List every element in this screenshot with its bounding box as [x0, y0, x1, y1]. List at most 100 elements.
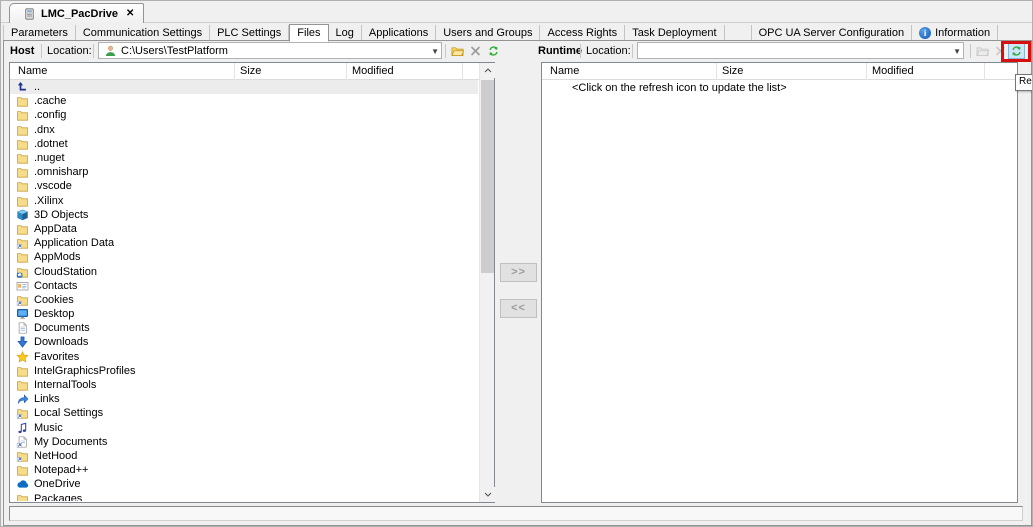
tab-users-and-groups[interactable]: Users and Groups	[436, 25, 540, 41]
host-delete-button[interactable]	[467, 43, 484, 59]
folder-icon	[15, 152, 29, 165]
host-refresh-button[interactable]	[485, 43, 502, 59]
host-new-folder-button[interactable]	[449, 43, 466, 59]
folder-cloud-icon	[15, 265, 29, 278]
download-icon	[15, 336, 29, 349]
file-row[interactable]: .cache	[10, 94, 478, 108]
folder-open-icon	[976, 45, 990, 58]
file-row[interactable]: .omnisharp	[10, 165, 478, 179]
file-row[interactable]: Local Settings	[10, 406, 478, 420]
column-separator[interactable]	[716, 63, 717, 80]
file-name: ..	[34, 81, 40, 93]
plc-device-icon	[22, 7, 36, 20]
tab-task-deployment[interactable]: Task Deployment	[625, 25, 724, 41]
document-link-icon	[15, 435, 29, 448]
desktop-icon	[15, 308, 29, 321]
tab-access-rights[interactable]: Access Rights	[540, 25, 625, 41]
tab-parameters[interactable]: Parameters	[3, 25, 76, 41]
runtime-new-folder-button[interactable]	[974, 43, 991, 59]
file-row[interactable]: CloudStation	[10, 264, 478, 278]
files-tab-panel: Host Location: C:\Users\TestPlatform ▼ R…	[3, 40, 1032, 526]
scrollbar-thumb[interactable]	[481, 80, 494, 273]
file-row[interactable]: OneDrive	[10, 477, 478, 491]
file-row[interactable]: .Xilinx	[10, 194, 478, 208]
tab-label: Communication Settings	[83, 27, 202, 39]
folder-icon	[15, 379, 29, 392]
folder-link-icon	[15, 407, 29, 420]
file-name: OneDrive	[34, 478, 80, 490]
file-row[interactable]: Documents	[10, 321, 478, 335]
tab-log[interactable]: Log	[329, 25, 362, 41]
tab-files[interactable]: Files	[289, 24, 328, 42]
file-row[interactable]: ..	[10, 80, 478, 94]
file-row[interactable]: Downloads	[10, 335, 478, 349]
folder-icon	[15, 492, 29, 501]
file-row[interactable]: Music	[10, 421, 478, 435]
file-row[interactable]: .vscode	[10, 179, 478, 193]
file-row[interactable]: .dotnet	[10, 137, 478, 151]
document-tab-label: LMC_PacDrive	[41, 8, 118, 20]
file-row[interactable]: Notepad++	[10, 463, 478, 477]
file-row[interactable]: 3D Objects	[10, 208, 478, 222]
column-header-size[interactable]: Size	[240, 65, 261, 77]
file-name: .vscode	[34, 180, 72, 192]
host-location-value: C:\Users\TestPlatform	[121, 45, 228, 57]
file-row[interactable]: My Documents	[10, 435, 478, 449]
tab-applications[interactable]: Applications	[362, 25, 436, 41]
column-separator[interactable]	[234, 63, 235, 80]
copy-to-host-button[interactable]: <<	[500, 299, 537, 318]
tab-label: Applications	[369, 27, 428, 39]
file-row[interactable]: AppMods	[10, 250, 478, 264]
file-row[interactable]: Links	[10, 392, 478, 406]
tab-plc-settings[interactable]: PLC Settings	[210, 25, 289, 41]
column-header-size[interactable]: Size	[722, 65, 743, 77]
file-row[interactable]: AppData	[10, 222, 478, 236]
file-row[interactable]: Packages	[10, 491, 478, 501]
folder-icon	[15, 180, 29, 193]
scroll-up-icon[interactable]	[480, 63, 495, 78]
document-tab-lmc-pacdrive[interactable]: LMC_PacDrive ✕	[9, 3, 144, 23]
copy-to-runtime-button[interactable]: >>	[500, 263, 537, 282]
tab-communication-settings[interactable]: Communication Settings	[76, 25, 210, 41]
close-icon[interactable]: ✕	[126, 8, 134, 19]
column-separator[interactable]	[866, 63, 867, 80]
host-location-combobox[interactable]: C:\Users\TestPlatform ▼	[98, 42, 442, 59]
file-row[interactable]: Application Data	[10, 236, 478, 250]
file-row[interactable]: Desktop	[10, 307, 478, 321]
folder-icon	[15, 95, 29, 108]
folder-icon	[15, 194, 29, 207]
file-row[interactable]: Cookies	[10, 293, 478, 307]
column-header-name[interactable]: Name	[550, 65, 579, 77]
runtime-location-label: Location:	[586, 45, 631, 57]
column-header-name[interactable]: Name	[18, 65, 47, 77]
column-separator[interactable]	[462, 63, 463, 80]
file-row[interactable]: NetHood	[10, 449, 478, 463]
host-section-label: Host	[10, 45, 34, 57]
document-icon	[15, 322, 29, 335]
file-row[interactable]: InternalTools	[10, 378, 478, 392]
file-row[interactable]: .dnx	[10, 123, 478, 137]
file-row[interactable]: Contacts	[10, 279, 478, 293]
tab-opc-ua-server-configuration[interactable]: OPC UA Server Configuration	[751, 25, 913, 41]
host-list-scrollbar[interactable]	[479, 63, 494, 502]
file-row[interactable]: IntelGraphicsProfiles	[10, 364, 478, 378]
file-row[interactable]: Favorites	[10, 350, 478, 364]
chevron-down-icon[interactable]: ▼	[431, 47, 439, 56]
file-row[interactable]: .nuget	[10, 151, 478, 165]
column-header-modified[interactable]: Modified	[352, 65, 394, 77]
tab-information[interactable]: iInformation	[912, 25, 998, 41]
link-icon	[15, 393, 29, 406]
editor-tab-strip: Parameters Communication Settings PLC Sett…	[3, 23, 1032, 41]
file-name: .cache	[34, 95, 66, 107]
file-row[interactable]: .config	[10, 108, 478, 122]
column-separator[interactable]	[346, 63, 347, 80]
column-separator[interactable]	[984, 63, 985, 80]
separator	[632, 44, 633, 58]
chevron-down-icon[interactable]: ▼	[953, 47, 961, 56]
runtime-location-combobox[interactable]: ▼	[637, 42, 964, 59]
scroll-down-icon[interactable]	[480, 487, 495, 502]
column-header-modified[interactable]: Modified	[872, 65, 914, 77]
folder-link-icon	[15, 449, 29, 462]
tab-label: OPC UA Server Configuration	[759, 27, 905, 39]
tab-label: Information	[935, 27, 990, 39]
